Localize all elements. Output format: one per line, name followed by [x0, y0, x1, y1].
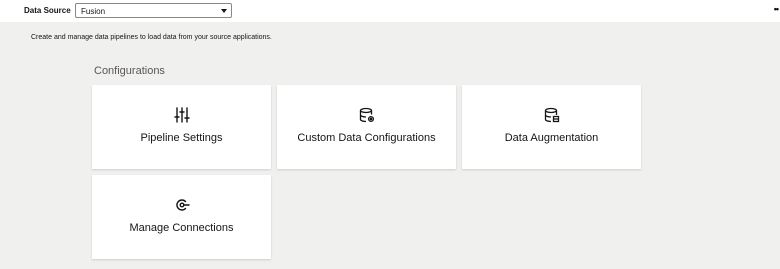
- card-label: Data Augmentation: [504, 132, 599, 144]
- database-settings-icon: [359, 107, 375, 123]
- chevron-down-icon: [221, 9, 227, 13]
- card-label: Manage Connections: [129, 222, 234, 234]
- ellipsis-icon[interactable]: ••: [774, 4, 779, 14]
- top-bar: Data Source Fusion ••: [0, 0, 780, 22]
- data-source-value: Fusion: [81, 7, 106, 16]
- sliders-icon: [173, 107, 190, 123]
- page-description: Create and manage data pipelines to load…: [31, 34, 272, 41]
- manage-connections-card[interactable]: Manage Connections: [92, 175, 271, 259]
- card-label: Pipeline Settings: [140, 132, 223, 144]
- section-title: Configurations: [94, 65, 165, 77]
- data-source-label: Data Source: [24, 6, 71, 15]
- data-source-select[interactable]: Fusion: [75, 3, 232, 18]
- database-augment-icon: [544, 107, 560, 123]
- card-label: Custom Data Configurations: [297, 132, 436, 144]
- data-augmentation-card[interactable]: Data Augmentation: [462, 85, 641, 169]
- connection-icon: [174, 197, 190, 213]
- custom-data-configurations-card[interactable]: Custom Data Configurations: [277, 85, 456, 169]
- pipeline-settings-card[interactable]: Pipeline Settings: [92, 85, 271, 169]
